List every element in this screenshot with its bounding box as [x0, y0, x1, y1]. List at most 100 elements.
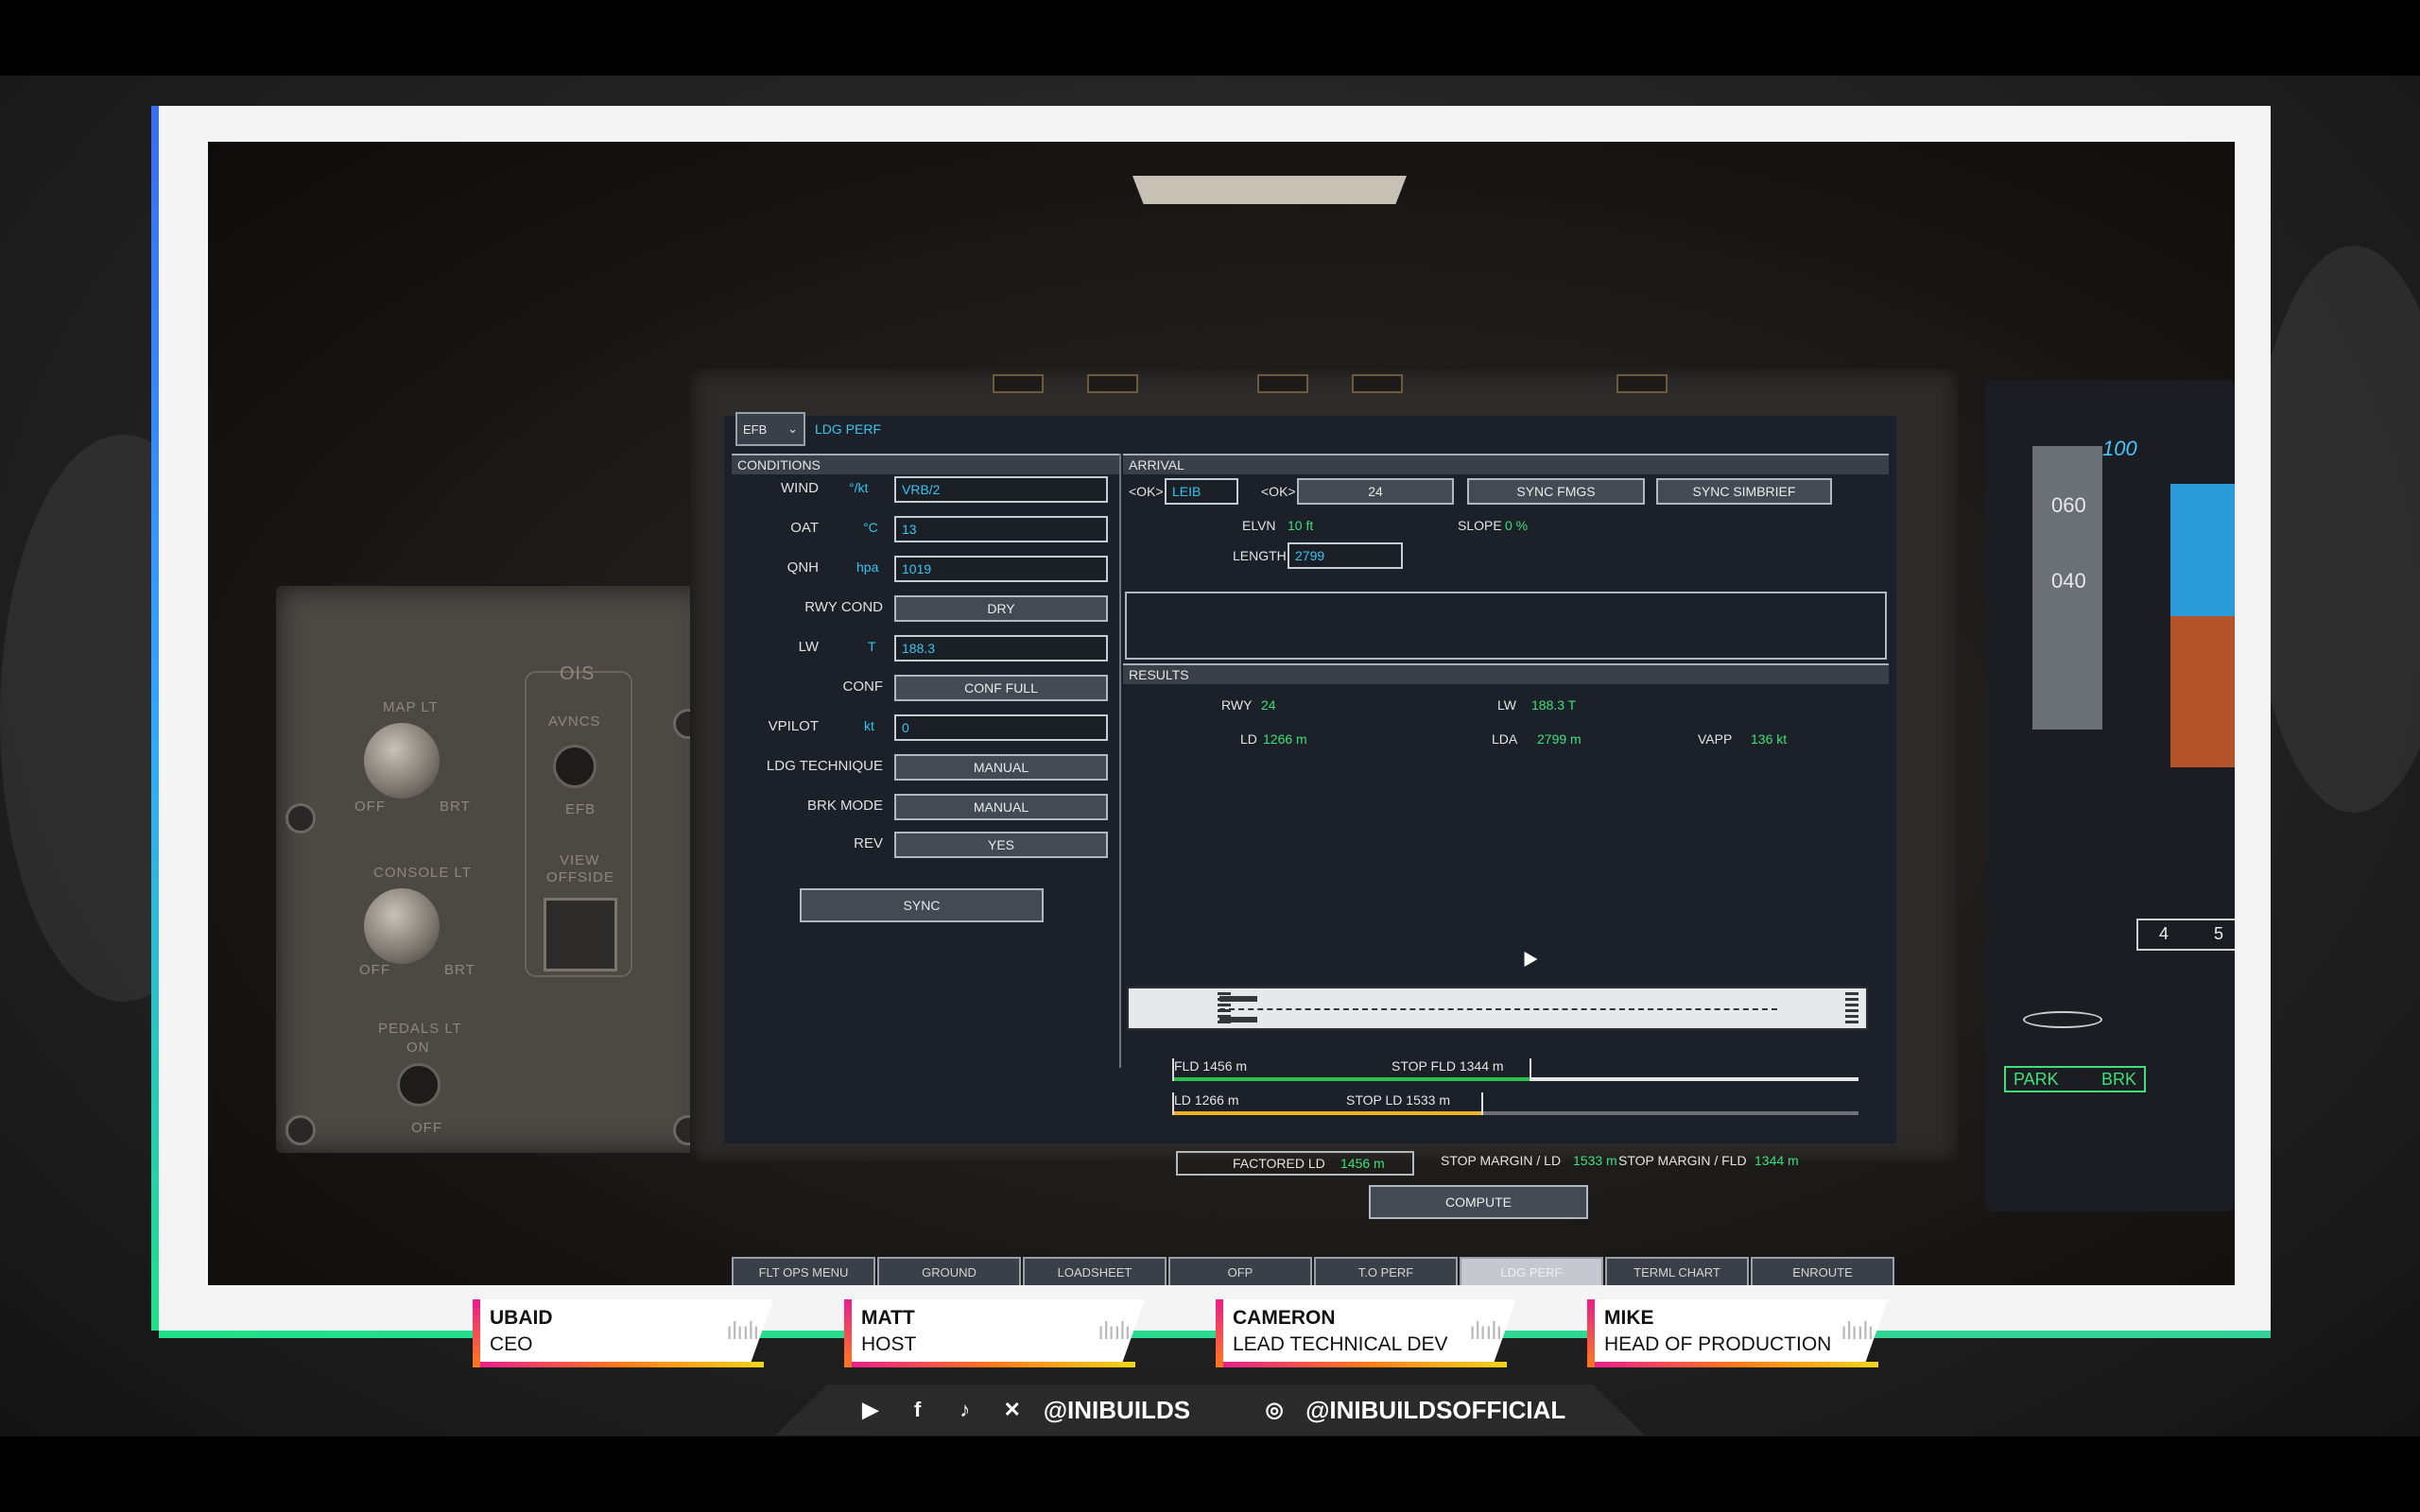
conditions-header: CONDITIONS — [732, 454, 1121, 474]
tab-terml-chart[interactable]: TERML CHART — [1605, 1257, 1749, 1285]
rev-select[interactable]: YES — [894, 832, 1108, 858]
arrival-runway-select[interactable]: 24 — [1297, 478, 1454, 505]
pedals-lt-label: PEDALS LT — [378, 1021, 462, 1037]
qnh-input[interactable]: 1019 — [894, 556, 1108, 582]
stop-margin-fld-value: 1344 m — [1754, 1153, 1799, 1168]
avncs-label: AVNCS — [548, 713, 601, 730]
efb-screen: EFB ⌄ LDG PERF CONDITIONS WIND °/kt VRB/… — [724, 412, 1896, 1285]
qnh-unit: hpa — [856, 559, 879, 575]
host-name: UBAID — [490, 1307, 553, 1329]
speed-target: 100 — [2102, 437, 2137, 460]
bezel-button[interactable] — [993, 374, 1044, 393]
results-header: RESULTS — [1123, 663, 1889, 684]
console-lt-knob[interactable] — [364, 888, 440, 964]
screw-icon — [285, 803, 316, 833]
tab-flt-ops-menu[interactable]: FLT OPS MENU — [732, 1257, 875, 1285]
compute-button[interactable]: COMPUTE — [1369, 1185, 1588, 1219]
qnh-label: QNH — [786, 559, 819, 576]
ldg-technique-label: LDG TECHNIQUE — [766, 758, 883, 774]
brk-mode-select[interactable]: MANUAL — [894, 794, 1108, 820]
tab-enroute[interactable]: ENROUTE — [1751, 1257, 1894, 1285]
result-vapp-value: 136 kt — [1751, 731, 1788, 747]
lw-label: LW — [798, 639, 819, 655]
host-name: MIKE — [1604, 1307, 1654, 1329]
bezel-button[interactable] — [1352, 374, 1403, 393]
brt-label: BRT — [440, 799, 471, 815]
tab-ldg-perf[interactable]: LDG PERF — [1460, 1257, 1603, 1285]
offside-label: OFFSIDE — [546, 869, 615, 885]
efb-label: EFB — [565, 801, 596, 817]
factored-ld-box: FACTORED LD 1456 m — [1176, 1151, 1414, 1176]
ois-label: OIS — [560, 663, 596, 684]
host-role: HOST — [861, 1333, 917, 1355]
rwy-cond-select[interactable]: DRY — [894, 595, 1108, 622]
tab-ground[interactable]: GROUND — [877, 1257, 1021, 1285]
ld-bar-fill — [1172, 1111, 1481, 1115]
bezel-button[interactable] — [1257, 374, 1308, 393]
audio-wave-icon: ılıılı — [1841, 1316, 1874, 1345]
pfd-display: 100 060 040 4 5 PARK BRK — [1985, 380, 2235, 1211]
sync-simbrief-button[interactable]: SYNC SIMBRIEF — [1656, 478, 1832, 505]
heading-4: 4 — [2159, 924, 2169, 943]
vpilot-input[interactable]: 0 — [894, 714, 1108, 741]
fld-bar-track — [1172, 1077, 1858, 1081]
stop-margin-ld-value: 1533 m — [1573, 1153, 1617, 1168]
wind-label: WIND — [781, 480, 819, 496]
sync-fmgs-button[interactable]: SYNC FMGS — [1467, 478, 1645, 505]
gradient-underline — [1595, 1362, 1878, 1367]
result-rwy-value: 24 — [1261, 697, 1276, 713]
conf-select[interactable]: CONF FULL — [894, 675, 1108, 701]
brk-mode-label: BRK MODE — [806, 798, 883, 814]
sync-button[interactable]: SYNC — [800, 888, 1044, 922]
youtube-icon: ▶ — [862, 1398, 879, 1421]
ldg-technique-select[interactable]: MANUAL — [894, 754, 1108, 781]
console-lt-label: CONSOLE LT — [373, 865, 472, 881]
factored-ld-value: 1456 m — [1340, 1156, 1385, 1171]
arrival-notes-box — [1125, 592, 1887, 660]
attitude-ground — [2170, 616, 2235, 767]
map-lt-knob[interactable] — [364, 723, 440, 799]
tab-t-o-perf[interactable]: T.O PERF — [1314, 1257, 1458, 1285]
vpilot-unit: kt — [864, 718, 874, 733]
accent-stripe — [1587, 1299, 1595, 1367]
fld-bar-tick — [1529, 1058, 1531, 1081]
map-lt-label: MAP LT — [383, 699, 439, 715]
lighting-panel — [276, 586, 711, 1153]
conf-label: CONF — [842, 679, 884, 695]
view-offside-button[interactable] — [544, 898, 617, 971]
ceiling-light — [1132, 176, 1407, 204]
arrival-airport-input[interactable]: LEIB — [1165, 478, 1238, 505]
stop-margin-ld-label: STOP MARGIN / LD — [1441, 1153, 1562, 1168]
lw-input[interactable]: 188.3 — [894, 635, 1108, 662]
host-role: HEAD OF PRODUCTION — [1604, 1333, 1832, 1355]
factored-ld-label: FACTORED LD — [1233, 1156, 1325, 1171]
accent-stripe — [473, 1299, 480, 1367]
wind-input[interactable]: VRB/2 — [894, 476, 1108, 503]
avncs-efb-switch[interactable] — [553, 745, 596, 788]
arrival-header: ARRIVAL — [1123, 454, 1889, 474]
host-nameplate: CAMERON LEAD TECHNICAL DEV ılıılı — [1216, 1299, 1528, 1367]
bar-start-tick — [1172, 1058, 1174, 1081]
result-lda-label: LDA — [1492, 731, 1518, 747]
lw-unit: T — [868, 639, 876, 654]
bezel-button[interactable] — [1616, 374, 1668, 393]
pedals-lt-switch[interactable] — [397, 1063, 441, 1107]
heading-5: 5 — [2214, 924, 2224, 943]
stream-view: MAP LT OFF BRT CONSOLE LT OFF BRT PEDALS… — [208, 142, 2235, 1285]
efb-dropdown[interactable]: EFB ⌄ — [735, 412, 805, 446]
tab-loadsheet[interactable]: LOADSHEET — [1023, 1257, 1167, 1285]
oat-input[interactable]: 13 — [894, 516, 1108, 542]
off-label: OFF — [354, 799, 386, 815]
ld-bar-label: LD 1266 m — [1174, 1092, 1239, 1108]
elvn-label: ELVN — [1242, 518, 1276, 533]
runway-centerline — [1219, 1008, 1777, 1010]
length-label: LENGTH — [1233, 548, 1287, 563]
length-input[interactable]: 2799 — [1288, 542, 1403, 569]
tab-ofp[interactable]: OFP — [1168, 1257, 1312, 1285]
result-ld-label: LD — [1240, 731, 1257, 747]
bezel-button[interactable] — [1087, 374, 1138, 393]
heading-scale: 4 5 — [2136, 919, 2235, 951]
runway-graphic — [1127, 987, 1868, 1030]
park-label: PARK — [2014, 1069, 2059, 1089]
wind-unit: °/kt — [849, 480, 869, 495]
